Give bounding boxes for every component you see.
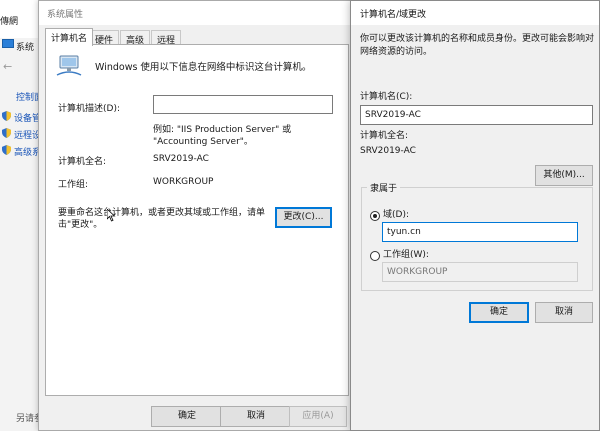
domain-input[interactable]: tyun.cn [382,222,578,242]
domain-radio[interactable] [370,211,380,221]
advanced-settings-link[interactable]: 高级系 [14,145,41,158]
computer-network-icon [56,55,82,76]
more-button[interactable]: 其他(M)... [535,165,593,186]
shield-icon [2,145,11,155]
tab-advanced[interactable]: 高级 [120,30,151,46]
title-bar: 计算机名/域更改 [351,1,599,25]
description-input[interactable] [153,95,333,114]
device-manager-link[interactable]: 设备管 [14,111,41,124]
rename-instructions: 要重命名这台计算机，或者更改其域或工作组，请单击"更改"。 [58,208,266,230]
cancel-button[interactable]: 取消 [535,302,593,323]
ok-button[interactable]: 确定 [151,406,223,427]
shield-icon [2,128,11,138]
computer-name-input[interactable]: SRV2019-AC [360,105,593,125]
tab-computer-name[interactable]: 计算机名 [45,28,94,46]
computer-name-panel: Windows 使用以下信息在网络中标识这台计算机。 计算机描述(D): 例如:… [45,44,349,396]
workgroup-label: 工作组(W): [383,250,429,260]
change-button[interactable]: 更改(C)... [275,207,332,228]
workgroup-label: 工作组: [58,180,89,190]
title-bar: 系统属性 [39,1,353,25]
full-name-value: SRV2019-AC [153,154,209,164]
apply-button[interactable]: 应用(A) [289,406,347,427]
description-label: 计算机描述(D): [58,104,120,114]
remote-settings-link[interactable]: 远程设 [14,128,41,141]
cancel-button[interactable]: 取消 [220,406,292,427]
domain-label: 域(D): [383,210,409,220]
full-name-label: 计算机全名: [360,131,409,141]
workgroup-radio[interactable] [370,251,380,261]
info-text: 你可以更改该计算机的名称和成员身份。更改可能会影响对网络资源的访问。 [360,34,595,57]
member-of-label: 隶属于 [367,181,401,194]
background-system-label: 系统 [16,43,35,53]
ok-button[interactable]: 确定 [469,302,529,323]
full-name-label: 计算机全名: [58,157,107,167]
shield-icon [2,111,11,121]
info-text: Windows 使用以下信息在网络中标识这台计算机。 [95,62,312,73]
example-text: 例如: "IIS Production Server" 或 "Accountin… [153,125,292,147]
tab-hardware[interactable]: 硬件 [89,30,120,46]
background-fragment: 傳網 [0,17,19,27]
workgroup-input[interactable]: WORKGROUP [382,262,578,282]
computer-name-label: 计算机名(C): [360,92,413,102]
back-arrow-icon[interactable]: ← [3,60,12,73]
mouse-cursor-icon [107,209,116,222]
system-properties-dialog: 系统属性 计算机名 硬件 高级 远程 Windows 使用以下信息在网络中标识这… [38,0,354,431]
system-icon [2,39,14,48]
dialog-title: 系统属性 [47,10,84,20]
full-name-value: SRV2019-AC [360,146,416,156]
computer-name-change-dialog: 计算机名/域更改 你可以更改该计算机的名称和成员身份。更改可能会影响对网络资源的… [350,0,600,431]
tab-remote[interactable]: 远程 [151,30,182,46]
workgroup-value: WORKGROUP [153,177,214,187]
dialog-title: 计算机名/域更改 [360,10,427,20]
